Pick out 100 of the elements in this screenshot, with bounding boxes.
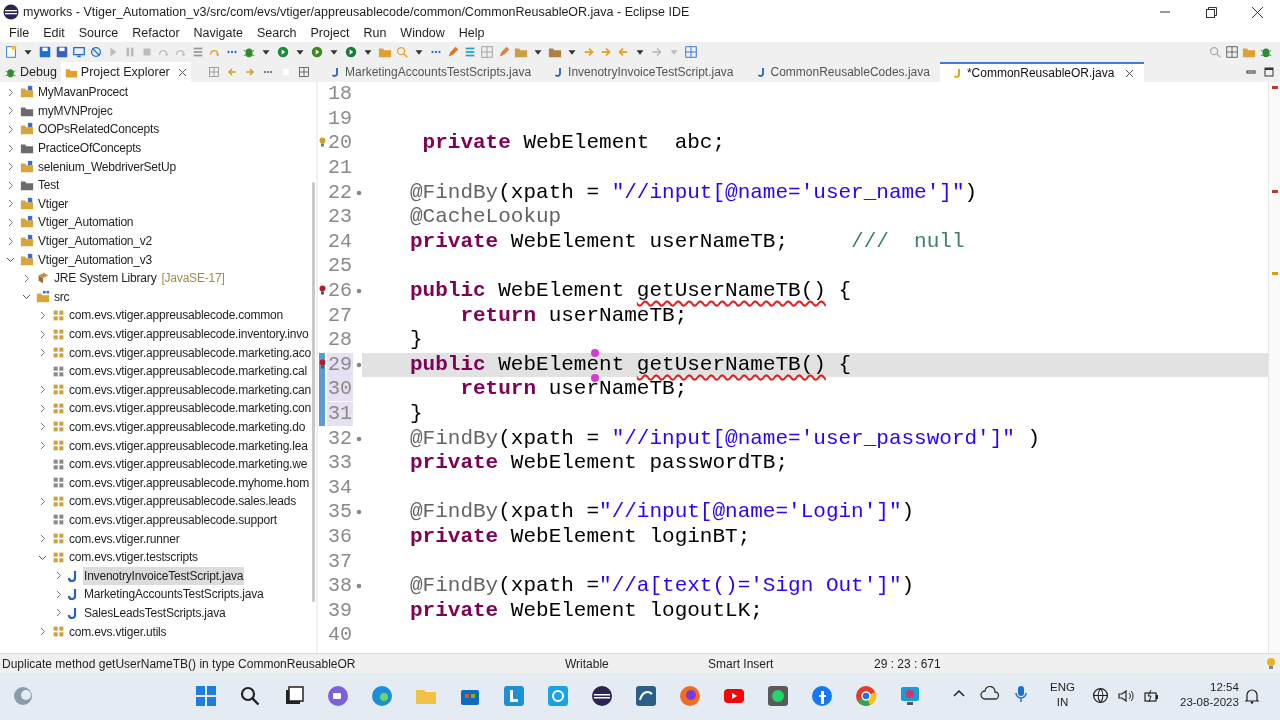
video-chat-icon[interactable] (326, 684, 350, 708)
tree-item[interactable]: com.evs.vtiger.appreusablecode.sales.leads (68, 492, 298, 511)
battery-icon[interactable] (1143, 687, 1159, 704)
run-icon[interactable] (276, 45, 290, 59)
tree-item[interactable]: com.evs.vtiger.appreusablecode.common (68, 306, 285, 325)
social-icon[interactable] (810, 684, 834, 708)
notification-bell-icon[interactable] (1244, 688, 1260, 704)
start-icon[interactable] (194, 684, 218, 708)
chrome-icon[interactable] (854, 684, 878, 708)
fold-dot-icon[interactable] (356, 435, 362, 442)
minimize-view-icon[interactable] (1246, 67, 1256, 77)
menu-item[interactable]: Search (250, 23, 303, 43)
menu-item[interactable]: Source (72, 23, 125, 43)
lines-icon[interactable] (463, 45, 477, 59)
tree-item[interactable]: com.evs.vtiger.appreusablecode.inventory.invo (68, 325, 310, 343)
clock-date[interactable]: 23-08-2023 (1180, 695, 1239, 710)
browser-icon[interactable] (370, 684, 394, 708)
region-indicator[interactable]: IN (1056, 695, 1069, 710)
fold-dot-icon[interactable] (356, 288, 362, 295)
microphone-icon[interactable] (1014, 685, 1028, 703)
eclipse-icon[interactable] (590, 684, 614, 708)
menu-item[interactable]: Help (452, 23, 491, 43)
scrollbar[interactable] (312, 182, 315, 602)
window-title: myworks - Vtiger_Automation_v3/src/com/evs/vtiger/appreusablecode/common/CommonReusableOR.java - Eclipse IDE (23, 3, 690, 21)
list-icon[interactable] (191, 45, 205, 59)
menu-item[interactable]: Edit (37, 23, 71, 43)
cloud-icon[interactable] (980, 686, 1000, 702)
tree-item[interactable]: com.evs.vtiger.appreusablecode.marketing.can (68, 380, 312, 399)
fold-dot-icon[interactable] (356, 189, 362, 196)
run-icon[interactable] (310, 45, 324, 59)
code-line: @FindBy(xpath = "//input[@name='user_name']") (410, 184, 978, 201)
fold-dot-icon[interactable] (356, 361, 362, 368)
tree-item[interactable]: com.evs.vtiger.appreusablecode.marketing.do (68, 418, 307, 436)
tree-item[interactable]: Vtiger_Automation (37, 213, 135, 232)
firefox-icon[interactable] (678, 684, 702, 708)
speaker-icon[interactable] (1117, 687, 1135, 704)
globe-icon[interactable] (1092, 687, 1109, 704)
tree-item[interactable]: myMVNProjec (37, 101, 114, 120)
language-indicator[interactable]: ENG (1050, 680, 1075, 695)
ring-icon[interactable] (546, 684, 570, 708)
tree-item[interactable]: MyMavanProcect (37, 83, 129, 102)
tree-item[interactable]: SalesLeadsTestScripts.java (83, 603, 227, 622)
app-tile-icon[interactable] (502, 684, 526, 708)
editor-tab[interactable]: CommonReusableCodes.java (743, 62, 940, 82)
grid-icon[interactable] (1225, 45, 1239, 59)
tree-item[interactable]: JRE System Library (53, 269, 158, 288)
editor-tab[interactable]: MarketingAccountsTestScripts.java (318, 62, 542, 82)
tree-item[interactable]: com.evs.vtiger.appreusablecode.marketing.cal (68, 362, 308, 381)
menu-item[interactable]: Window (394, 23, 451, 43)
view-tab[interactable]: Project Explorer (60, 62, 191, 82)
menu-item[interactable]: File (3, 23, 36, 43)
run-icon[interactable] (344, 45, 358, 59)
tree-item[interactable]: com.evs.vtiger.appreusablecode.myhome.hom (68, 473, 310, 492)
tree-item[interactable]: com.evs.vtiger.appreusablecode.support (68, 510, 278, 529)
fold-dot-icon[interactable] (356, 583, 362, 590)
close-icon[interactable] (177, 67, 187, 77)
editor-tab[interactable]: InvenotryInvoiceTestScript.java (541, 62, 744, 82)
tree-item[interactable]: com.evs.vtiger.runner (68, 529, 181, 548)
menu-item[interactable]: Run (357, 23, 393, 43)
menu-item[interactable]: Project (304, 23, 356, 43)
tree-item[interactable]: com.evs.vtiger.appreusablecode.marketing.con (68, 399, 312, 418)
tree-item[interactable]: com.evs.vtiger.testscripts (68, 548, 199, 567)
pencil-icon[interactable] (446, 45, 460, 59)
tree-item[interactable]: OOPsRelatedConcepts (37, 120, 160, 139)
tree-item[interactable]: PracticeOfConcepts (37, 139, 143, 158)
selection-handle[interactable] (591, 374, 599, 382)
clock-time[interactable]: 12:54 (1210, 680, 1239, 695)
tree-item[interactable]: InvenotryInvoiceTestScript.java (83, 566, 245, 585)
tree-item[interactable]: Vtiger (37, 194, 70, 213)
tree-item[interactable]: com.evs.vtiger.utils (68, 622, 168, 641)
save-icon[interactable] (38, 45, 52, 59)
tree-item[interactable]: com.evs.vtiger.appreusablecode.marketing.we (68, 455, 309, 474)
close-icon[interactable] (1251, 6, 1263, 18)
screen-recorder-icon[interactable] (898, 684, 922, 708)
selection-handle[interactable] (591, 349, 599, 357)
menu-item[interactable]: Navigate (187, 23, 249, 43)
tree-item[interactable]: com.evs.vtiger.appreusablecode.marketing.lea (68, 436, 309, 455)
menu-item[interactable]: Refactor (126, 23, 186, 43)
tree-item[interactable]: Test (37, 176, 61, 195)
fold-dot-icon[interactable] (356, 509, 362, 516)
tree-item[interactable]: selenium_WebdriverSetUp (37, 157, 177, 176)
tree-item[interactable]: Vtiger_Automation_v2 (37, 232, 154, 251)
save-all-icon[interactable] (55, 45, 69, 59)
new-file-icon[interactable] (4, 45, 18, 59)
package-icon (52, 457, 65, 471)
tree-item[interactable]: MarketingAccountsTestScripts.java (83, 585, 265, 604)
tree-item[interactable]: com.evs.vtiger.appreusablecode.marketing.aco (68, 343, 312, 362)
tree-item[interactable]: src (53, 287, 71, 306)
maximize-view-icon[interactable] (1264, 67, 1274, 77)
slash-icon[interactable] (89, 45, 103, 59)
restore-icon[interactable] (1205, 6, 1217, 18)
maximize-icon[interactable] (298, 66, 310, 78)
chat-icon[interactable] (766, 684, 790, 708)
code-line: } (410, 406, 423, 422)
search-icon[interactable] (238, 684, 262, 708)
code-line: private WebElement passwordTB; (410, 455, 789, 472)
monitor-icon[interactable] (72, 45, 86, 59)
close-icon[interactable] (1125, 68, 1135, 78)
tree-item[interactable]: Vtiger_Automation_v3 (37, 250, 154, 269)
editor-tab[interactable]: *CommonReusableOR.java (939, 62, 1145, 82)
